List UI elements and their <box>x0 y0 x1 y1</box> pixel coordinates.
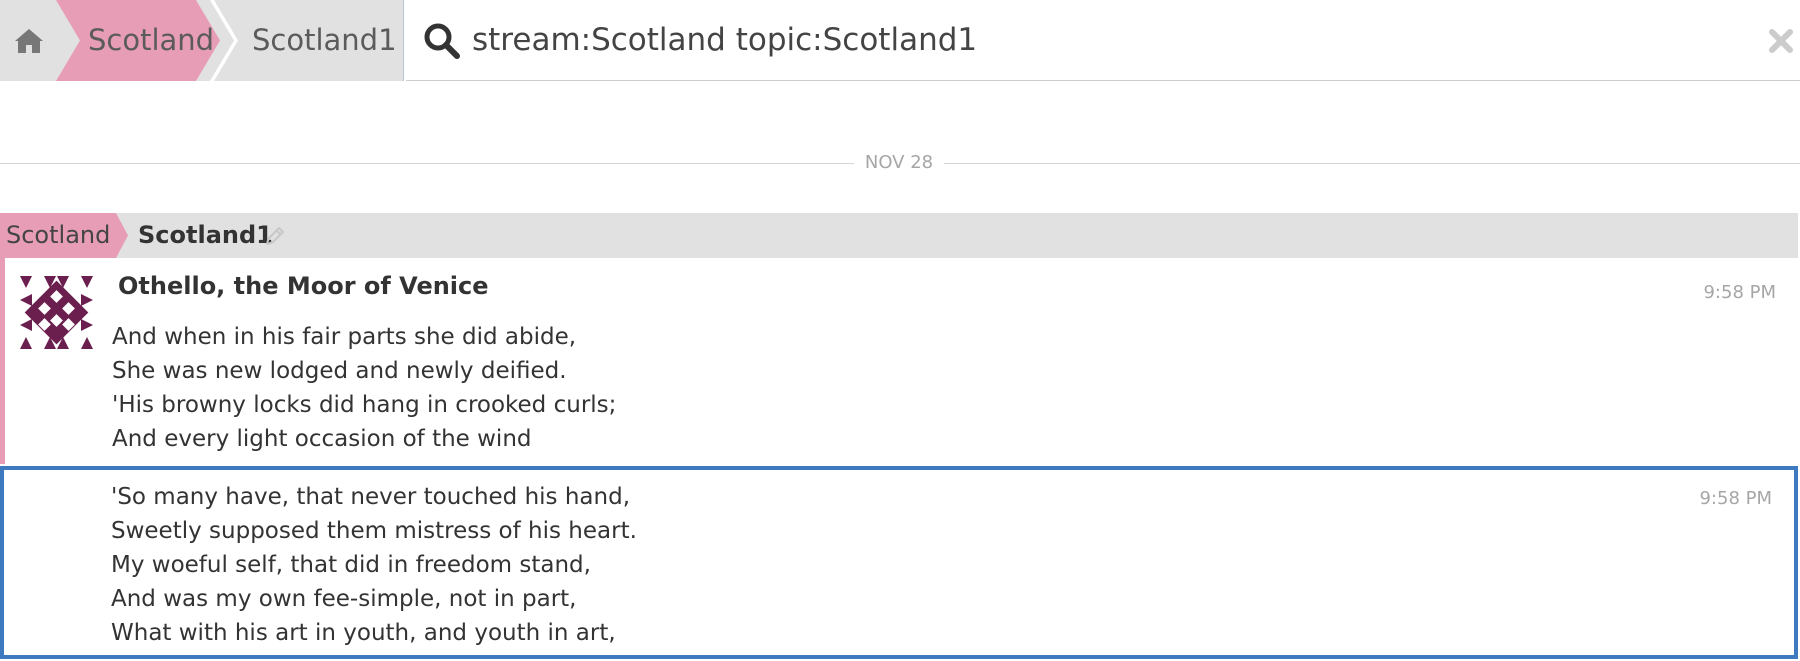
message-line: She was new lodged and newly deified. <box>112 358 567 384</box>
home-button[interactable] <box>0 0 58 81</box>
date-separator-line-right <box>944 163 1800 164</box>
message-line: And when in his fair parts she did abide… <box>112 324 577 350</box>
message-line: Sweetly supposed them mistress of his he… <box>111 518 637 544</box>
date-separator-line-left <box>0 163 854 164</box>
clear-search-button[interactable] <box>1766 26 1796 56</box>
message-line: 'His browny locks did hang in crooked cu… <box>112 392 617 418</box>
message-line: What with his art in youth, and youth in… <box>111 620 616 646</box>
search-icon[interactable] <box>422 21 462 61</box>
message-sender[interactable]: Othello, the Moor of Venice <box>118 272 489 300</box>
message-content: And when in his fair parts she did abide… <box>112 320 616 456</box>
pencil-icon[interactable] <box>264 225 286 247</box>
message-line: And was my own fee-simple, not in part, <box>111 586 577 612</box>
message-line: 'So many have, that never touched his ha… <box>111 484 631 510</box>
breadcrumb: Scotland Scotland1 <box>0 0 404 81</box>
message-line: And every light occasion of the wind <box>112 426 532 452</box>
message-row-selected[interactable]: 9:58 PM 'So many have, that never touche… <box>0 466 1798 659</box>
recipient-stream[interactable]: Scotland <box>0 213 128 258</box>
breadcrumb-topic[interactable]: Scotland1 <box>252 0 397 81</box>
search-input[interactable] <box>472 14 1672 66</box>
avatar[interactable] <box>20 276 93 349</box>
recipient-topic[interactable]: Scotland1 <box>138 213 273 258</box>
date-label: NOV 28 <box>864 152 934 173</box>
top-navbar: Scotland Scotland1 <box>0 0 1800 81</box>
home-icon <box>15 28 43 53</box>
message-content: 'So many have, that never touched his ha… <box>111 480 637 650</box>
message-row[interactable]: Othello, the Moor of Venice 9:58 PM And … <box>0 258 1798 464</box>
message-time[interactable]: 9:58 PM <box>1703 282 1776 303</box>
recipient-stream-label: Scotland <box>6 221 111 249</box>
recipient-bar: Scotland Scotland1 <box>0 213 1798 258</box>
message-time[interactable]: 9:58 PM <box>1699 488 1772 509</box>
breadcrumb-edge <box>403 0 404 81</box>
close-icon <box>1769 29 1793 53</box>
breadcrumb-stream[interactable]: Scotland <box>56 0 220 81</box>
message-line: My woeful self, that did in freedom stan… <box>111 552 591 578</box>
search-bar <box>406 0 1800 81</box>
date-separator: NOV 28 <box>0 150 1800 176</box>
breadcrumb-stream-label: Scotland <box>88 23 215 57</box>
